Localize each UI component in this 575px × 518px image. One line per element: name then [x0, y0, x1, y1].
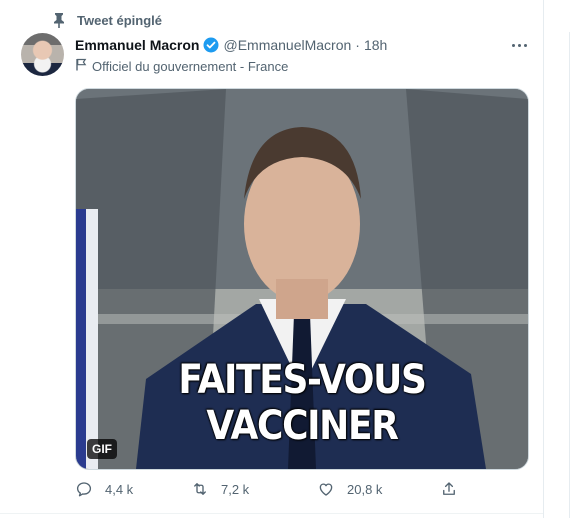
retweet-count: 7,2 k: [221, 481, 250, 497]
retweet-button[interactable]: 7,2 k: [191, 480, 317, 498]
government-label-text: Officiel du gouvernement - France: [92, 58, 289, 74]
pinned-label: Tweet épinglé: [77, 12, 162, 28]
tweet-actions: 4,4 k 7,2 k 20,8 k: [75, 478, 475, 500]
pin-icon: [52, 12, 66, 28]
separator-dot: ·: [355, 37, 360, 53]
reply-icon: [75, 480, 93, 498]
reply-button[interactable]: 4,4 k: [75, 480, 191, 498]
flag-icon: [75, 58, 87, 74]
share-icon: [440, 480, 458, 498]
reply-count: 4,4 k: [105, 481, 134, 497]
verified-badge-icon: [203, 37, 219, 53]
like-button[interactable]: 20,8 k: [317, 480, 440, 498]
divider: [0, 513, 543, 514]
author-handle[interactable]: @EmmanuelMacron: [223, 37, 351, 53]
sidebar-divider: [569, 32, 570, 518]
heart-icon: [317, 480, 335, 498]
gif-caption: FAITES-VOUS VACCINER: [178, 357, 427, 449]
author-name[interactable]: Emmanuel Macron: [75, 37, 199, 53]
avatar[interactable]: [21, 33, 64, 76]
share-button[interactable]: [440, 480, 458, 498]
like-count: 20,8 k: [347, 481, 383, 497]
government-label[interactable]: Officiel du gouvernement - France: [75, 57, 288, 75]
pinned-indicator: Tweet épinglé: [52, 12, 162, 28]
more-options-icon[interactable]: [508, 36, 530, 54]
tweet-media-gif[interactable]: FAITES-VOUS VACCINER GIF: [75, 88, 529, 470]
gif-badge: GIF: [87, 439, 117, 459]
tweet-card[interactable]: Tweet épinglé Emmanuel Macron @EmmanuelM…: [0, 0, 544, 518]
tweet-header: Emmanuel Macron @EmmanuelMacron · 18h: [75, 36, 387, 54]
retweet-icon: [191, 480, 209, 498]
tweet-timestamp[interactable]: 18h: [364, 37, 387, 53]
